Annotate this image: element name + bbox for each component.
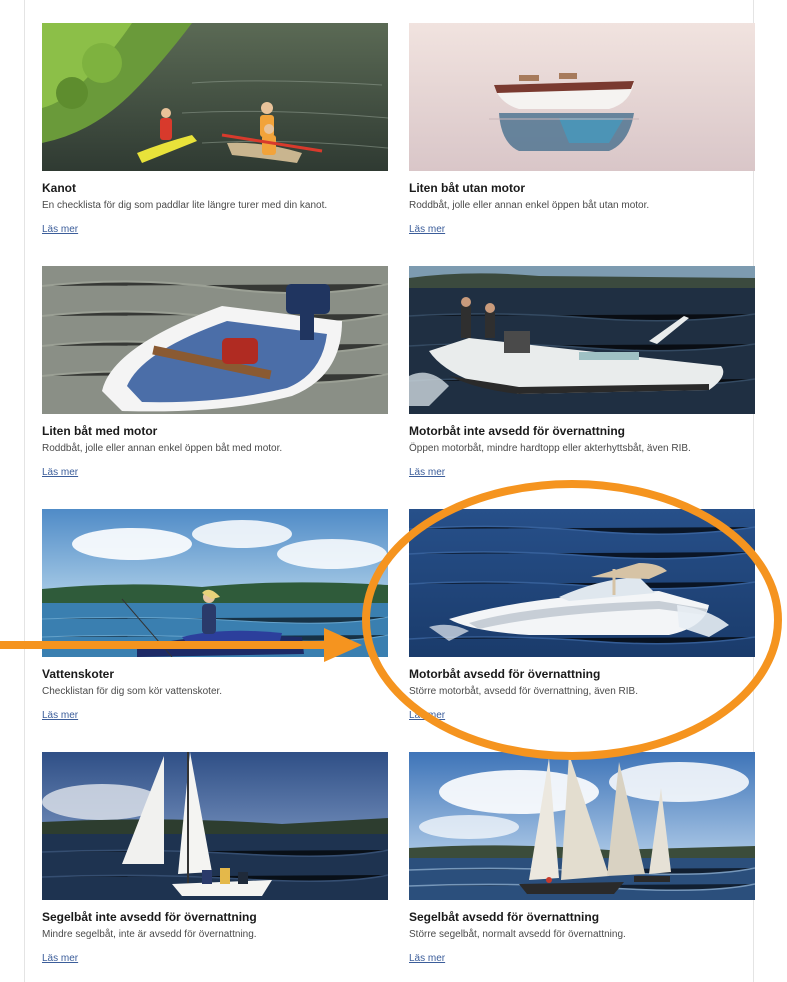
card-title: Liten båt med motor (42, 424, 158, 438)
card-title: Motorbåt avsedd för övernattning (409, 667, 601, 681)
card-description: Öppen motorbåt, mindre hardtopp eller ak… (409, 443, 691, 454)
cabin-motorboat-photo[interactable] (409, 509, 755, 657)
read-more-link[interactable]: Läs mer (42, 952, 78, 965)
read-more-link[interactable]: Läs mer (409, 466, 445, 479)
jetski-photo[interactable] (42, 509, 388, 657)
card-motorbat-overnattning: Motorbåt avsedd för övernattning Större … (409, 509, 755, 723)
card-description: Roddbåt, jolle eller annan enkel öppen b… (409, 200, 650, 211)
read-more-link[interactable]: Läs mer (42, 709, 78, 722)
kayak-photo[interactable] (42, 23, 388, 171)
small-sailboat-photo[interactable] (42, 752, 388, 900)
small-motorboat-photo[interactable] (42, 266, 388, 414)
checklist-grid: Kanot En checklista för dig som paddlar … (24, 0, 755, 982)
card-kanot: Kanot En checklista för dig som paddlar … (42, 23, 388, 237)
card-description: En checklista för dig som paddlar lite l… (42, 200, 328, 211)
open-motorboat-photo[interactable] (409, 266, 755, 414)
card-title: Vattenskoter (42, 667, 115, 681)
card-segelbat-overnattning: Segelbåt avsedd för övernattning Större … (409, 752, 755, 966)
card-title: Kanot (42, 181, 76, 195)
read-more-link[interactable]: Läs mer (409, 223, 445, 236)
card-description: Mindre segelbåt, inte är avsedd för över… (42, 929, 257, 940)
sailboats-photo[interactable] (409, 752, 755, 900)
read-more-link[interactable]: Läs mer (409, 952, 445, 965)
card-title: Segelbåt avsedd för övernattning (409, 910, 600, 924)
card-liten-bat-med-motor: Liten båt med motor Roddbåt, jolle eller… (42, 266, 388, 480)
card-liten-bat-utan-motor: Liten båt utan motor Roddbåt, jolle elle… (409, 23, 755, 237)
card-vattenskoter: Vattenskoter Checklistan för dig som kör… (42, 509, 388, 723)
card-description: Större segelbåt, normalt avsedd för över… (409, 929, 626, 940)
card-motorbat-inte-overnattning: Motorbåt inte avsedd för övernattning Öp… (409, 266, 755, 480)
read-more-link[interactable]: Läs mer (42, 223, 78, 236)
card-description: Större motorbåt, avsedd för övernattning… (409, 686, 639, 697)
card-description: Roddbåt, jolle eller annan enkel öppen b… (42, 443, 283, 454)
rowboat-photo[interactable] (409, 23, 755, 171)
read-more-link[interactable]: Läs mer (409, 709, 445, 722)
card-title: Segelbåt inte avsedd för övernattning (42, 910, 257, 924)
card-title: Motorbåt inte avsedd för övernattning (409, 424, 626, 438)
card-segelbat-inte-overnattning: Segelbåt inte avsedd för övernattning Mi… (42, 752, 388, 966)
card-title: Liten båt utan motor (409, 181, 525, 195)
card-description: Checklistan för dig som kör vattenskoter… (42, 686, 223, 697)
read-more-link[interactable]: Läs mer (42, 466, 78, 479)
